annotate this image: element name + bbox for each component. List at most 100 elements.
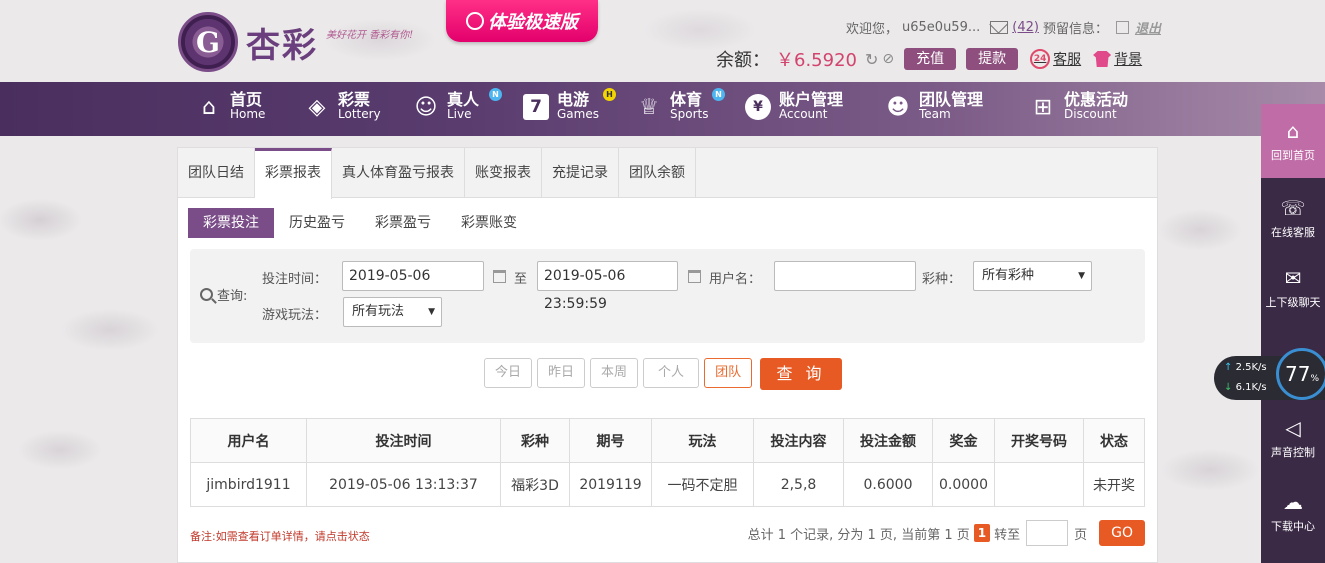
lottery-type-label: 彩种： (922, 272, 962, 287)
nav-sublabel: Games (557, 107, 599, 121)
sidebar-item-home[interactable]: ⌂ 回到首页 (1261, 104, 1325, 178)
start-time-input[interactable]: 2019-05-06 00:00:00 (342, 261, 484, 312)
team-icon: ☻ (886, 94, 910, 120)
logo-text: 杏彩 (246, 25, 318, 66)
search-button[interactable]: 查 询 (760, 358, 842, 390)
tab-account-change-report[interactable]: 账变报表 (465, 148, 542, 198)
customer-service-link[interactable]: 24 客服 (1030, 49, 1081, 69)
subtab-history-pnl[interactable]: 历史盈亏 (274, 208, 360, 238)
sidebar-label: 声音控制 (1271, 446, 1315, 459)
hide-balance-icon[interactable]: ⊘ (882, 51, 894, 67)
nav-sublabel: Home (230, 107, 266, 121)
tab-team-daily[interactable]: 团队日结 (178, 148, 255, 198)
calendar-icon[interactable] (688, 270, 701, 283)
lottery-type-select[interactable]: 所有彩种 ▼ (973, 261, 1092, 291)
logout-link[interactable]: 退出 (1135, 18, 1161, 37)
ticket-icon: ◈ (308, 94, 326, 120)
nav-label: 彩票 (338, 90, 371, 109)
nav-sports[interactable]: ♕ 体育 Sports N (636, 88, 725, 122)
yesterday-button[interactable]: 昨日 (537, 358, 586, 388)
col-bet-time: 投注时间 (306, 418, 501, 463)
headset-24-icon: 24 (1030, 49, 1051, 69)
go-button[interactable]: GO (1099, 520, 1145, 546)
this-week-button[interactable]: 本周 (590, 358, 639, 388)
pager-summary: 总计 1 个记录, 分为 1 页, 当前第 1 页 (747, 527, 970, 543)
today-button[interactable]: 今日 (484, 358, 533, 388)
message-count-link[interactable]: (42) (1012, 20, 1039, 35)
sidebar-item-download[interactable]: ☁ 下载中心 (1261, 490, 1325, 534)
table-row: jimbird1911 2019-05-06 13:13:37 福彩3D 201… (190, 462, 1145, 507)
team-button[interactable]: 团队 (704, 358, 753, 388)
background-link[interactable]: 背景 (1093, 49, 1142, 69)
col-bet-content: 投注内容 (753, 418, 844, 463)
sidebar-label: 在线客服 (1271, 226, 1315, 239)
speaker-icon: ◁ (1285, 416, 1301, 440)
new-badge: N (489, 88, 502, 101)
cell-bet-content: 2,5,8 (753, 462, 844, 507)
status-link[interactable]: 未开奖 (1083, 462, 1145, 507)
tab-live-sports-report[interactable]: 真人体育盈亏报表 (332, 148, 465, 198)
sidebar-label: 下载中心 (1271, 520, 1315, 533)
sub-tabs: 彩票投注 历史盈亏 彩票盈亏 彩票账变 (188, 208, 532, 238)
nav-sublabel: Live (447, 107, 472, 121)
report-tabs: 团队日结 彩票报表 真人体育盈亏报表 账变报表 充提记录 团队余额 (178, 148, 1157, 199)
play-type-select[interactable]: 所有玩法 ▼ (343, 297, 442, 327)
nav-lottery[interactable]: ◈ 彩票 Lottery (304, 92, 381, 122)
col-lottery: 彩种 (500, 418, 570, 463)
welcome-line: 欢迎您， u65e0u59... (42) 预留信息： 退出 (846, 18, 1161, 37)
hot-badge: H (603, 88, 616, 101)
speed-version-label: 体验极速版 (488, 12, 578, 33)
tab-team-balance[interactable]: 团队余额 (619, 148, 696, 198)
nav-home[interactable]: ⌂ 首页 Home (196, 92, 265, 122)
nav-label: 优惠活动 (1064, 90, 1129, 109)
refresh-icon[interactable]: ↻ (865, 50, 878, 69)
sidebar-item-chat[interactable]: ✉ 上下级聊天 (1261, 266, 1325, 310)
gift-icon: ⊞ (1033, 94, 1053, 120)
speed-version-button[interactable]: 体验极速版 (446, 0, 598, 42)
mail-icon[interactable] (990, 21, 1009, 34)
chat-icon: ✉ (1284, 266, 1302, 290)
calendar-icon[interactable] (493, 270, 506, 283)
trophy-icon: ♕ (639, 94, 659, 120)
quick-range-buttons: 今日 昨日 本周 个人 团队 (484, 358, 757, 388)
col-username: 用户名 (190, 418, 307, 463)
nav-account[interactable]: ¥ 账户管理 Account (745, 92, 843, 122)
sidebar-item-sound[interactable]: ◁ 声音控制 (1261, 416, 1325, 460)
username-input[interactable] (774, 261, 916, 291)
subtab-lottery-pnl[interactable]: 彩票盈亏 (360, 208, 446, 238)
nav-games[interactable]: 7 电游 Games H (523, 88, 616, 122)
nav-label: 首页 (230, 90, 263, 109)
balance-value: ￥6.5920 (776, 50, 857, 71)
nav-discount[interactable]: ⊞ 优惠活动 Discount (1030, 92, 1128, 122)
download-speed: ↓ 6.1K/s (1224, 382, 1267, 393)
cell-prize: 0.0000 (932, 462, 995, 507)
usage-percent-unit: % (1310, 374, 1319, 384)
tab-lottery-report[interactable]: 彩票报表 (255, 148, 332, 199)
edit-icon[interactable] (1115, 21, 1129, 34)
subtab-lottery-bets[interactable]: 彩票投注 (188, 208, 274, 238)
nav-live[interactable]: ☺ 真人 Live N (413, 88, 502, 122)
nav-label: 电游 (557, 90, 590, 109)
goto-page-input[interactable] (1026, 520, 1069, 546)
download-speed-value: 6.1K/s (1235, 382, 1267, 393)
chevron-down-icon: ▼ (1078, 271, 1085, 281)
cell-draw-number (994, 462, 1084, 507)
cell-bet-time: 2019-05-06 13:13:37 (306, 462, 501, 507)
tab-deposit-withdraw-records[interactable]: 充提记录 (542, 148, 619, 198)
network-speed-widget[interactable]: ↑ 2.5K/s ↓ 6.1K/s 77% (1214, 348, 1325, 400)
cloud-download-icon: ☁ (1283, 490, 1303, 514)
site-logo[interactable]: G 杏彩 美好花开 香彩有你! (178, 12, 413, 72)
search-icon (200, 288, 213, 301)
deposit-button[interactable]: 充值 (904, 48, 957, 70)
reserve-info-label: 预留信息： (1042, 22, 1108, 37)
current-page-button[interactable]: 1 (973, 524, 991, 542)
sidebar-item-online-service[interactable]: ☏ 在线客服 (1261, 196, 1325, 240)
subtab-lottery-account-change[interactable]: 彩票账变 (446, 208, 532, 238)
end-time-input[interactable]: 2019-05-06 23:59:59 (537, 261, 678, 312)
personal-button[interactable]: 个人 (643, 358, 700, 388)
username-label: 用户名： (709, 272, 762, 287)
pagination: 总计 1 个记录, 分为 1 页, 当前第 1 页 1 转至 页 GO (748, 520, 1145, 546)
username-text: u65e0u59... (902, 20, 981, 35)
withdraw-button[interactable]: 提款 (966, 48, 1019, 70)
nav-team[interactable]: ☻ 团队管理 Team (885, 92, 983, 122)
